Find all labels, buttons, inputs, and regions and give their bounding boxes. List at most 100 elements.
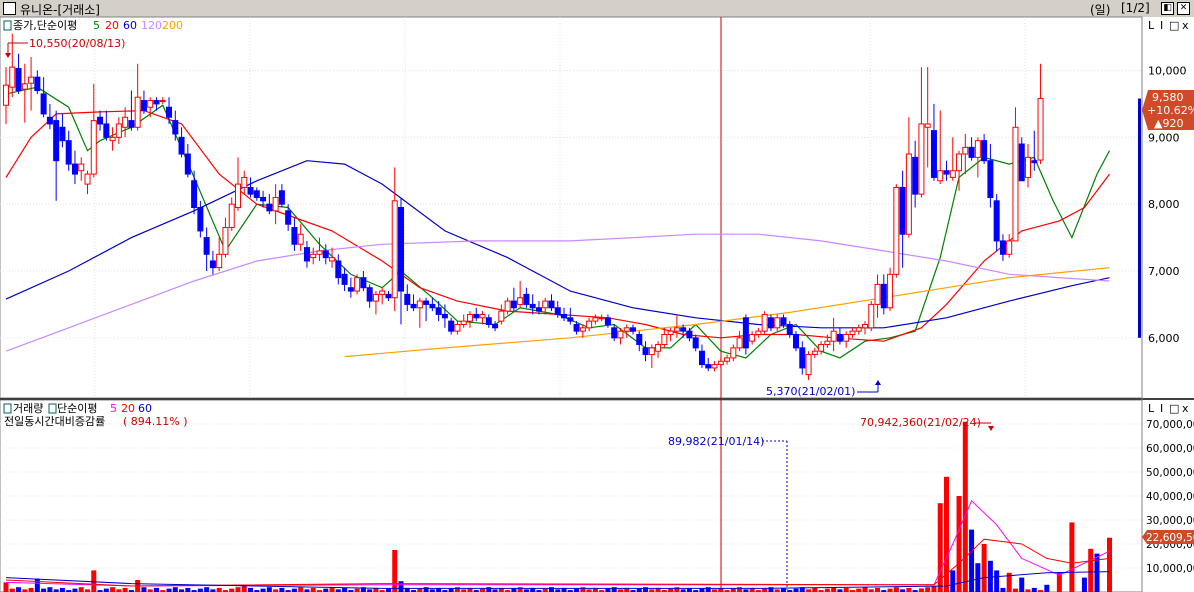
candle-body [579,327,586,332]
volume-bar [793,588,799,592]
candle-body [266,203,273,212]
volume-bar [41,588,47,592]
candle-body [698,350,705,366]
volume-bar [994,570,1000,592]
candle-body [498,310,505,322]
candle-body [899,186,906,235]
candle-body [78,163,85,172]
volume-bar [906,587,912,592]
legend-vol-ma20: 20 [121,402,135,415]
candle-body [548,300,555,309]
candle-body [366,287,373,302]
candle-body [103,123,110,138]
candle-body [454,323,461,332]
candle-body [630,327,636,332]
volume-bar [944,476,949,592]
volume-bar [812,587,818,592]
candle-body [147,100,154,108]
volume-bar [385,588,391,592]
candle-body [46,116,53,125]
candle-body [905,153,912,235]
volume-bar [310,587,316,592]
candle-body [166,106,173,118]
volume-bar [856,588,862,592]
candle-body [887,273,894,309]
candle-body [529,303,536,309]
price-panel-button-x[interactable]: x [1182,19,1189,32]
volume-bar [730,588,736,592]
candle-body [329,257,336,262]
candle-body [836,334,843,342]
volume-bar [59,587,65,592]
candle-body [191,180,198,208]
volume-bar [511,588,517,592]
candle-body [391,200,398,299]
price-panel-button-i[interactable]: I [1160,19,1163,32]
volume-bar [103,588,109,592]
candle-body [893,186,900,275]
candle-body [761,313,768,332]
price-tick-10000: 10,000 [1148,64,1187,77]
volume-bar [216,587,222,592]
volume-panel-button-i[interactable]: I [1160,402,1163,415]
volume-ratio-label: 전일동시간대비증감률 [4,414,105,428]
price-plot-area[interactable] [0,16,1143,399]
volume-bar [887,588,893,592]
price-panel-button-box[interactable]: □ [1169,19,1179,32]
candle-body [341,273,348,285]
candle-body [65,140,72,165]
candle-body [981,140,988,162]
volume-panel-button-x[interactable]: x [1182,402,1189,415]
candle-body [122,116,129,128]
legend-ma60: 60 [123,19,137,32]
candle-body [460,320,467,325]
candle-body [416,300,423,309]
candle-body [466,313,473,322]
candle-body [861,323,868,329]
candle-body [874,283,881,305]
candle-body [749,334,756,342]
stock-chart[interactable]: 종가,단순이평 5 20 60 120 200 L I □ x 10,550(2… [0,0,1194,592]
volume-bar [279,587,285,592]
candle-body [586,320,593,329]
volume-tick-30m: 30,000,00 [1146,515,1194,527]
volume-bar [668,588,674,592]
candle-body [880,283,887,309]
legend-box-icon[interactable] [48,403,57,414]
candle-body [1031,160,1038,164]
current-price-badge: 9,580 +10.62% ▲920 [1142,90,1194,130]
volume-bar [862,587,868,592]
current-price: 9,580 [1152,91,1184,104]
candle-body [999,240,1006,255]
change-percent: +10.62% [1147,104,1194,117]
candle-body [9,66,16,88]
volume-bar [605,588,611,592]
volume-bar [950,570,956,592]
candle-body [780,317,787,325]
volume-bar [987,560,993,592]
candle-body [1037,98,1044,161]
candle-body [310,253,317,259]
legend-ma20: 20 [105,19,119,32]
price-tick-7000: 7,000 [1148,265,1180,278]
legend-box-icon[interactable] [3,20,12,31]
candle-body [724,357,731,362]
candle-body [278,190,285,205]
volume-bar [1081,577,1087,592]
candle-body [949,170,956,178]
volume-bar [969,529,975,592]
volume-bar [266,587,272,592]
volume-bar [1088,548,1094,592]
volume-bar [574,588,580,592]
volume-bar [417,588,423,592]
legend-box-icon[interactable] [3,403,12,414]
volume-max-annotation: 70,942,360(21/02/24) [860,416,994,431]
volume-panel-button-box[interactable]: □ [1169,402,1179,415]
volume-bar [153,587,159,592]
candle-body [241,176,248,188]
candle-body [993,200,1000,242]
volume-tick-50m: 50,000,00 [1146,467,1194,479]
candle-body [53,120,60,162]
price-panel-button-l[interactable]: L [1148,19,1155,32]
volume-panel-button-l[interactable]: L [1148,402,1155,415]
